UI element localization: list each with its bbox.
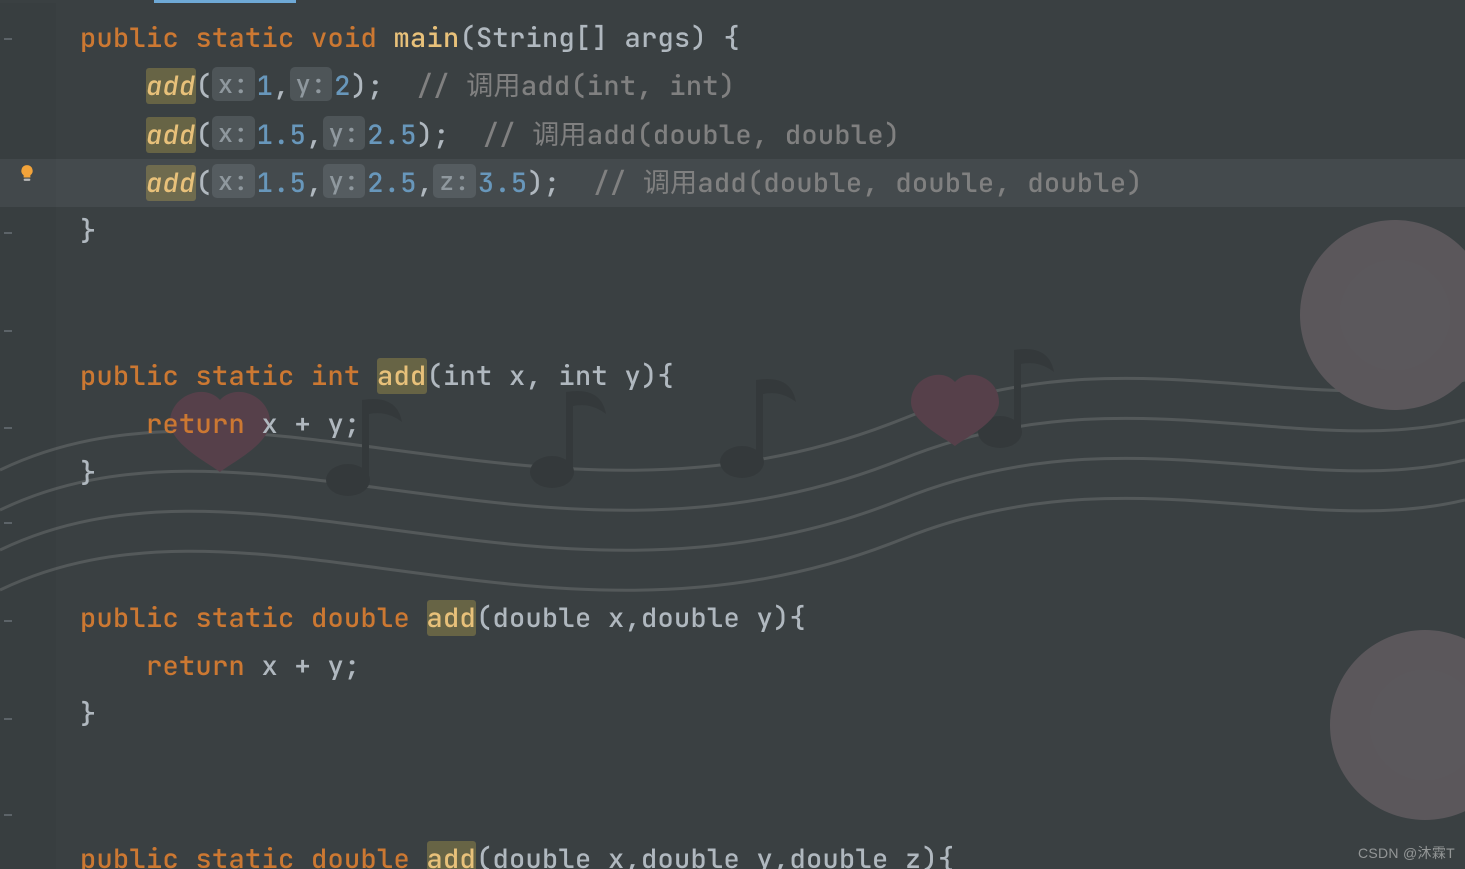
keyword: public bbox=[80, 841, 179, 869]
fold-marker[interactable] bbox=[4, 522, 12, 524]
comma: , bbox=[526, 358, 543, 394]
fold-marker[interactable] bbox=[4, 620, 12, 622]
paren: ( bbox=[476, 841, 493, 869]
keyword: static bbox=[196, 841, 295, 869]
semicolon: ; bbox=[433, 117, 466, 153]
keyword: double bbox=[311, 600, 410, 636]
brace: { bbox=[658, 358, 675, 394]
brace: { bbox=[790, 600, 807, 636]
paren: ) bbox=[351, 68, 368, 104]
paren: ) bbox=[417, 117, 434, 153]
paren: ) bbox=[922, 841, 939, 869]
paren: ( bbox=[476, 600, 493, 636]
comma: , bbox=[306, 165, 323, 201]
keyword: return bbox=[146, 406, 245, 442]
number-literal: 2.5 bbox=[367, 117, 417, 153]
paren: ( bbox=[427, 358, 444, 394]
comment: // 调用add(int, int) bbox=[417, 68, 736, 104]
param-hint: y: bbox=[323, 116, 366, 150]
fold-marker[interactable] bbox=[4, 718, 12, 720]
method-call: add bbox=[146, 165, 196, 201]
number-literal: 1.5 bbox=[257, 117, 307, 153]
paren: ) bbox=[773, 600, 790, 636]
number-literal: 1 bbox=[257, 68, 274, 104]
brace: } bbox=[80, 455, 97, 491]
paren: ( bbox=[460, 20, 477, 56]
keyword: public bbox=[80, 358, 179, 394]
keyword: double bbox=[311, 841, 410, 869]
param: double y bbox=[641, 841, 773, 869]
semicolon: ; bbox=[344, 406, 361, 442]
method-call: add bbox=[146, 68, 196, 104]
param: double y bbox=[641, 600, 773, 636]
expression: x + y bbox=[262, 406, 345, 442]
paren: ) bbox=[691, 20, 708, 56]
number-literal: 2.5 bbox=[367, 165, 417, 201]
intention-bulb-icon[interactable] bbox=[18, 164, 36, 182]
param-hint: y: bbox=[323, 164, 366, 198]
paren: ) bbox=[527, 165, 544, 201]
keyword: static bbox=[196, 600, 295, 636]
code-content[interactable]: public static void main(String[] args) {… bbox=[80, 14, 1143, 869]
semicolon: ; bbox=[344, 648, 361, 684]
fold-marker[interactable] bbox=[4, 427, 12, 429]
number-literal: 1.5 bbox=[257, 165, 307, 201]
param-hint: x: bbox=[212, 164, 255, 198]
paren: ( bbox=[196, 165, 213, 201]
param: double z bbox=[790, 841, 922, 869]
method-call: add bbox=[146, 117, 196, 153]
keyword: void bbox=[311, 20, 377, 56]
keyword: public bbox=[80, 600, 179, 636]
code-editor[interactable]: public static void main(String[] args) {… bbox=[0, 0, 1465, 869]
param-hint: z: bbox=[433, 164, 476, 198]
param: double x bbox=[493, 841, 625, 869]
comma: , bbox=[773, 841, 790, 869]
comment: // 调用add(double, double) bbox=[483, 117, 901, 153]
param-hint: x: bbox=[212, 67, 255, 101]
number-literal: 2 bbox=[334, 68, 351, 104]
keyword: return bbox=[146, 648, 245, 684]
brace: } bbox=[80, 213, 97, 249]
param: int y bbox=[559, 358, 642, 394]
keyword: public bbox=[80, 20, 179, 56]
fold-marker[interactable] bbox=[4, 232, 12, 234]
comma: , bbox=[417, 165, 434, 201]
expression: x + y bbox=[262, 648, 345, 684]
param: String[] args bbox=[476, 20, 691, 56]
semicolon: ; bbox=[544, 165, 577, 201]
method-name: add bbox=[427, 600, 477, 636]
brace: { bbox=[724, 20, 741, 56]
method-name: main bbox=[394, 20, 460, 56]
param-hint: x: bbox=[212, 116, 255, 150]
comma: , bbox=[625, 600, 642, 636]
comma: , bbox=[625, 841, 642, 869]
keyword: static bbox=[196, 20, 295, 56]
fold-marker[interactable] bbox=[4, 814, 12, 816]
param: double x bbox=[493, 600, 625, 636]
keyword: int bbox=[311, 358, 361, 394]
method-name: add bbox=[377, 358, 427, 394]
paren: ( bbox=[196, 68, 213, 104]
comma: , bbox=[273, 68, 290, 104]
comma: , bbox=[306, 117, 323, 153]
watermark: CSDN @沐霖T bbox=[1358, 843, 1455, 863]
paren: ) bbox=[641, 358, 658, 394]
number-literal: 3.5 bbox=[478, 165, 528, 201]
paren: ( bbox=[196, 117, 213, 153]
keyword: static bbox=[196, 358, 295, 394]
param-hint: y: bbox=[290, 67, 333, 101]
fold-marker[interactable] bbox=[4, 38, 12, 40]
param: int x bbox=[443, 358, 526, 394]
brace: { bbox=[938, 841, 955, 869]
gutter bbox=[0, 3, 56, 869]
active-tab-indicator bbox=[154, 0, 296, 3]
semicolon: ; bbox=[367, 68, 400, 104]
method-name: add bbox=[427, 841, 477, 869]
fold-marker[interactable] bbox=[4, 330, 12, 332]
brace: } bbox=[80, 696, 97, 732]
comment: // 调用add(double, double, double) bbox=[593, 165, 1143, 201]
